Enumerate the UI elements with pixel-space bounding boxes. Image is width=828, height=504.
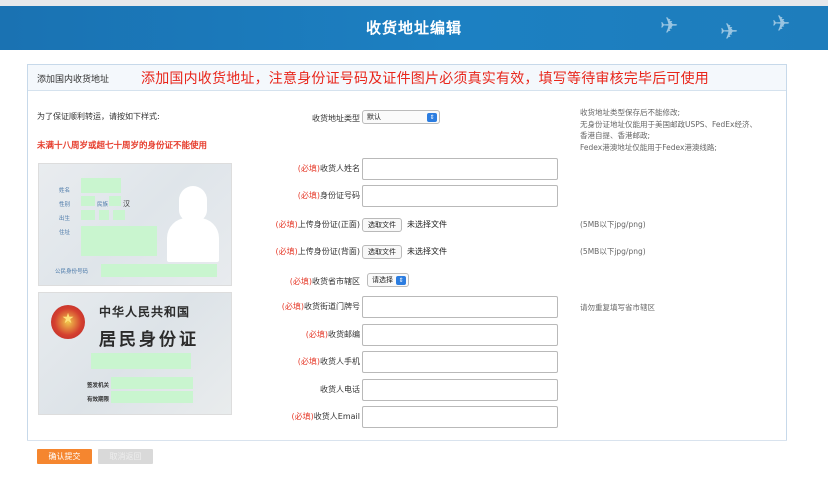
button-bar: 确认提交 取消返回: [27, 440, 787, 472]
panel-title: 添加国内收货地址: [37, 75, 110, 85]
card-name-label: 姓名: [59, 188, 71, 194]
id-number-input[interactable]: [362, 185, 558, 207]
address-type-select[interactable]: 默认 ⇕: [362, 110, 440, 124]
portrait-silhouette: [165, 184, 221, 262]
masked-field: [111, 391, 193, 403]
address-type-note: 收货地址类型保存后不能修改; 无身份证地址仅能用于美国邮政USPS、FedEx经…: [580, 108, 757, 152]
id-card-back-sample: ★ 中华人民共和国 居民身份证 签发机关 有效期限: [38, 292, 232, 415]
email-input[interactable]: [362, 406, 558, 428]
street-note: 请勿重复填写省市辖区: [580, 303, 655, 312]
page-header: ✈ ✈ ✈ 收货地址编辑: [0, 6, 828, 50]
sample-hint: 为了保证顺利转运，请按如下样式:: [37, 112, 160, 121]
id-back-file-status: 未选择文件: [407, 247, 447, 256]
id-back-label: (必填)上传身份证(背面): [275, 247, 361, 256]
card-birth-label: 出生: [59, 216, 71, 222]
confirm-submit-button[interactable]: 确认提交: [37, 449, 92, 464]
red-notice: 添加国内收货地址，注意身份证号码及证件图片必须真实有效，填写等待审核完毕后可使用: [141, 71, 709, 87]
masked-field: [111, 377, 193, 389]
row-phone: 收货人电话: [240, 379, 790, 401]
card-issuer-label: 签发机关: [87, 383, 110, 389]
card-gender-label: 性别: [59, 202, 71, 208]
card-ethnicity-label: 民族: [97, 202, 109, 208]
masked-field: [101, 264, 217, 277]
card-valid-label: 有效期限: [87, 397, 110, 403]
street-input[interactable]: [362, 296, 558, 318]
mobile-input[interactable]: [362, 351, 558, 373]
card-address-label: 住址: [59, 230, 71, 236]
select-arrows-icon: ⇕: [427, 112, 437, 122]
masked-field: [113, 210, 125, 220]
id-back-file-button[interactable]: 选取文件: [362, 245, 402, 259]
name-label: (必填)收货人姓名: [297, 164, 360, 173]
row-name: (必填)收货人姓名: [240, 158, 790, 180]
id-number-label: (必填)身份证号码: [297, 191, 360, 200]
card-back-title1: 中华人民共和国: [99, 305, 191, 319]
cancel-return-button[interactable]: 取消返回: [98, 449, 153, 464]
name-input[interactable]: [362, 158, 558, 180]
region-label: (必填)收货省市辖区: [289, 277, 360, 286]
masked-field: [81, 196, 95, 206]
row-id-number: (必填)身份证号码: [240, 185, 790, 207]
select-arrows-icon: ⇕: [396, 275, 406, 285]
row-mobile: (必填)收货人手机: [240, 351, 790, 373]
page-title: 收货地址编辑: [365, 19, 462, 37]
national-emblem-icon: ★: [51, 305, 85, 339]
id-card-front-sample: 姓名 性别 民族 汉 出生 住址 公民身份号码: [38, 163, 232, 286]
id-front-size-note: (5MB以下jpg/png): [580, 220, 646, 229]
card-back-title2: 居民身份证: [99, 330, 199, 350]
age-warning: 未满十八周岁或超七十周岁的身份证不能使用: [37, 141, 208, 151]
email-label: (必填)收货人Email: [291, 412, 360, 421]
region-select[interactable]: 请选择 ⇕: [367, 273, 409, 287]
row-email: (必填)收货人Email: [240, 406, 790, 428]
masked-field: [81, 178, 121, 193]
phone-label: 收货人电话: [320, 385, 360, 394]
zip-label: (必填)收货邮编: [305, 330, 360, 339]
masked-field: [99, 210, 109, 220]
id-front-file-button[interactable]: 选取文件: [362, 218, 402, 232]
row-id-front: (必填)上传身份证(正面) 选取文件 未选择文件: [240, 214, 790, 236]
id-back-size-note: (5MB以下jpg/png): [580, 247, 646, 256]
row-region: (必填)收货省市辖区 请选择 ⇕: [240, 271, 790, 293]
mobile-label: (必填)收货人手机: [297, 357, 360, 366]
street-label: (必填)收货街道门牌号: [281, 302, 360, 311]
row-id-back: (必填)上传身份证(背面) 选取文件 未选择文件: [240, 241, 790, 263]
masked-field: [109, 196, 121, 206]
zip-input[interactable]: [362, 324, 558, 346]
id-front-label: (必填)上传身份证(正面): [275, 220, 361, 229]
card-id-label: 公民身份号码: [55, 269, 89, 275]
masked-field: [91, 353, 191, 369]
masked-field: [81, 226, 157, 256]
id-front-file-status: 未选择文件: [407, 220, 447, 229]
address-type-label: 收货地址类型: [312, 114, 360, 123]
row-street: (必填)收货街道门牌号: [240, 296, 790, 318]
row-zip: (必填)收货邮编: [240, 324, 790, 346]
phone-input[interactable]: [362, 379, 558, 401]
masked-field: [81, 210, 95, 220]
card-ethnicity-value: 汉: [123, 200, 130, 208]
